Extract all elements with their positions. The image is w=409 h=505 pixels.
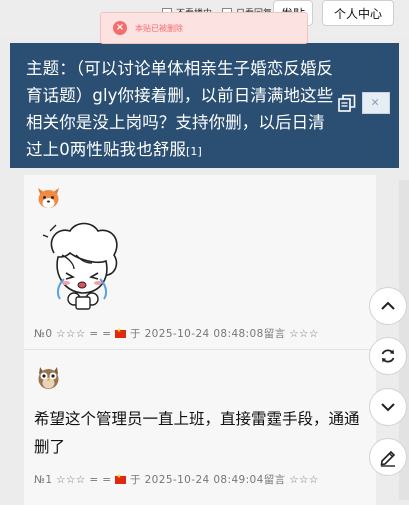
reply-count[interactable]: [1] bbox=[186, 145, 202, 158]
close-icon[interactable] bbox=[362, 92, 390, 114]
chevron-up-icon bbox=[381, 301, 395, 310]
post-floor-and-rating: №0 ☆☆☆ = = bbox=[34, 328, 112, 340]
owl-avatar bbox=[38, 367, 59, 389]
edit-icon bbox=[380, 450, 396, 467]
china-flag-icon bbox=[115, 473, 127, 484]
post-divider bbox=[24, 349, 376, 350]
scroll-up-button[interactable] bbox=[369, 287, 407, 325]
post-floor-and-rating: №1 ☆☆☆ = = bbox=[34, 474, 112, 486]
copy-icon[interactable] bbox=[338, 94, 356, 112]
chevron-down-icon bbox=[381, 403, 395, 412]
error-toast: × 本贴已被删除 bbox=[100, 12, 308, 44]
crying-cartoon-sticker bbox=[42, 222, 118, 310]
refresh-button[interactable] bbox=[369, 337, 407, 375]
post-timestamp: 于 2025-10-24 08:49:04留言 ☆☆☆ bbox=[129, 474, 319, 486]
scroll-down-button[interactable] bbox=[369, 388, 407, 426]
china-flag-icon bbox=[115, 327, 127, 338]
post-timestamp: 于 2025-10-24 08:48:08留言 ☆☆☆ bbox=[129, 328, 319, 340]
toast-message: 本贴已被删除 bbox=[135, 23, 183, 33]
thread-title: 主题：（可以讨论单体相亲生子婚恋反婚反育话题）gly你接着删，以前日清满地这些相… bbox=[26, 55, 341, 165]
post-meta: №1 ☆☆☆ = = 于 2025-10-24 08:49:04留言 ☆☆☆ bbox=[34, 472, 319, 487]
thread-title-text: 主题：（可以讨论单体相亲生子婚恋反婚反育话题）gly你接着删，以前日清满地这些相… bbox=[26, 59, 334, 159]
post-meta: №0 ☆☆☆ = = 于 2025-10-24 08:48:08留言 ☆☆☆ bbox=[34, 326, 319, 341]
reply-button[interactable] bbox=[369, 438, 407, 476]
fox-avatar bbox=[38, 188, 59, 208]
post-item: №0 ☆☆☆ = = 于 2025-10-24 08:48:08留言 ☆☆☆ bbox=[24, 175, 376, 355]
post-item: 希望这个管理员一直上班，直接雷霆手段，通通删了 №1 ☆☆☆ = = 于 202… bbox=[24, 355, 376, 505]
post-list: №0 ☆☆☆ = = 于 2025-10-24 08:48:08留言 ☆☆☆ 希… bbox=[24, 175, 376, 505]
post-content: 希望这个管理员一直上班，直接雷霆手段，通通删了 bbox=[34, 410, 360, 456]
thread-header: 主题：（可以讨论单体相亲生子婚恋反婚反育话题）gly你接着删，以前日清满地这些相… bbox=[10, 43, 399, 168]
personal-center-button[interactable]: 个人中心 bbox=[322, 0, 394, 26]
error-icon: × bbox=[113, 21, 127, 35]
refresh-icon bbox=[381, 349, 395, 363]
